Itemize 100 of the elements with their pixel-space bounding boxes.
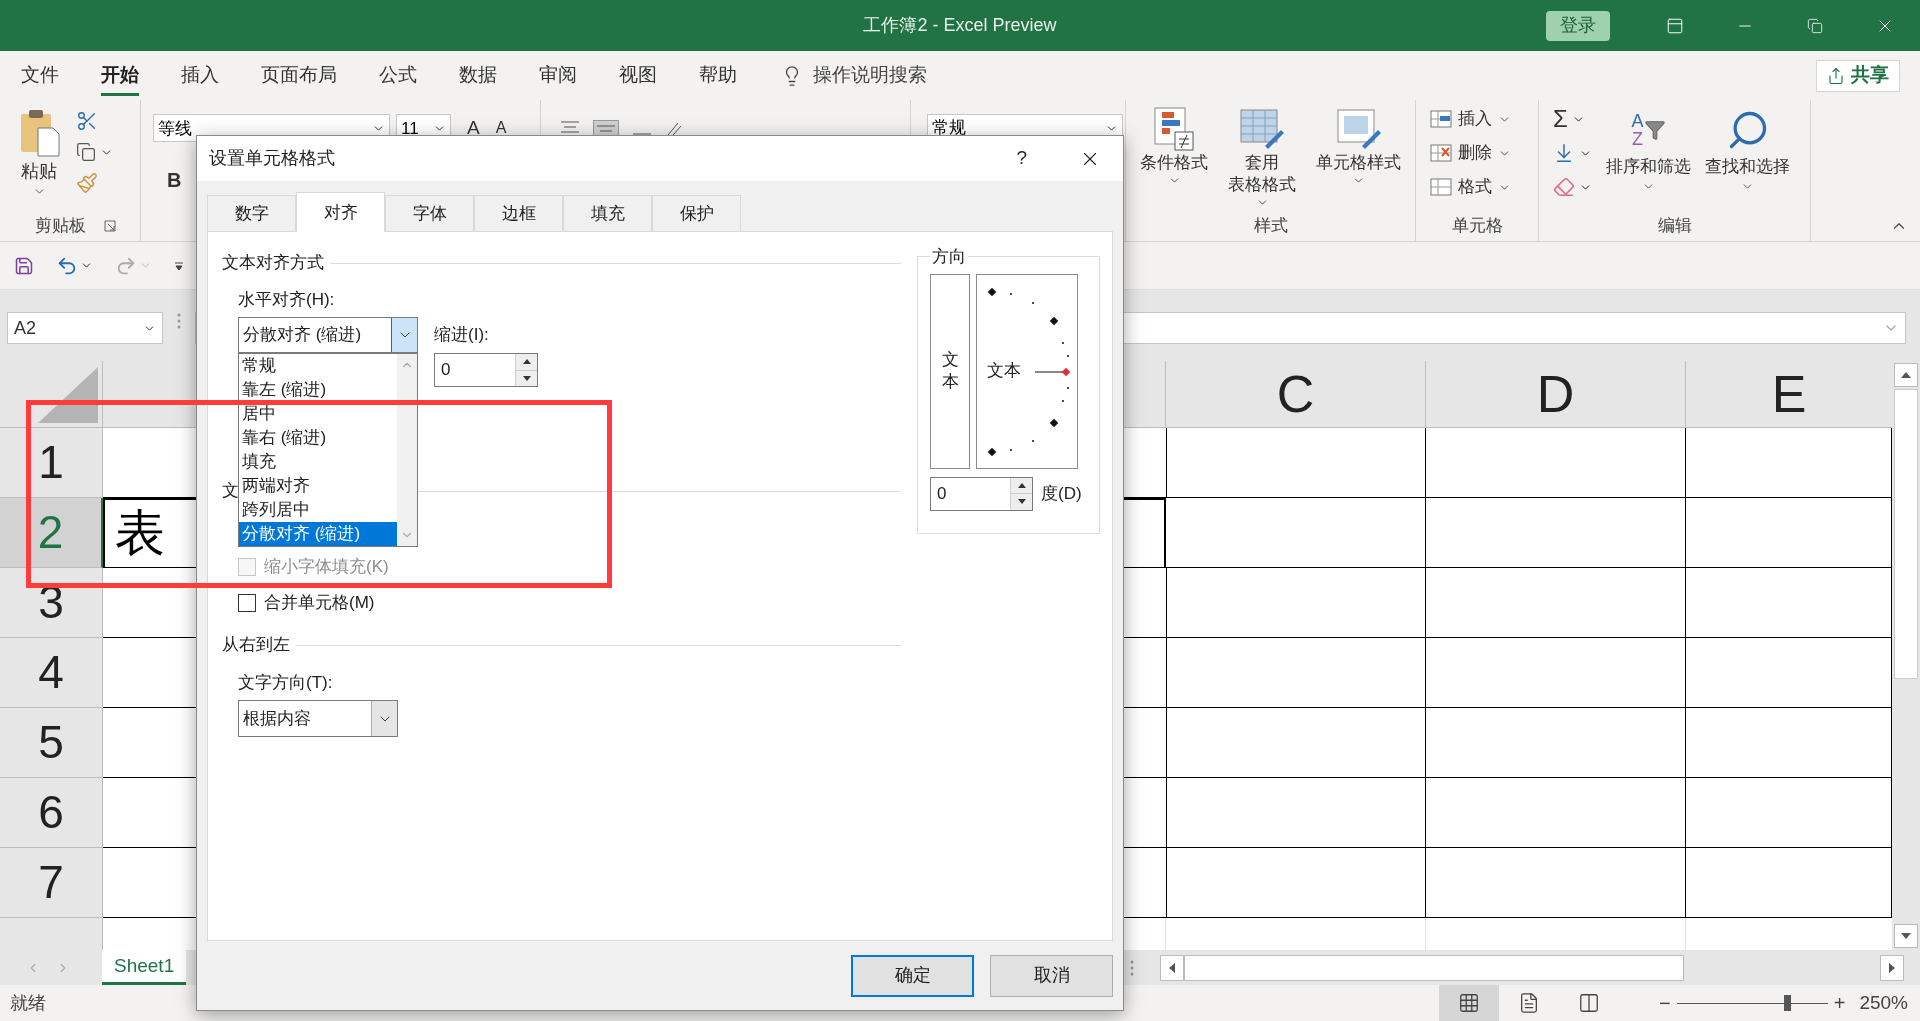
dialog-tab[interactable]: 保护: [652, 195, 741, 231]
zoom-slider[interactable]: [1676, 993, 1828, 1013]
field-label: 水平对齐(H):: [238, 289, 336, 309]
section-heading: 方向: [932, 247, 966, 266]
menu-tab[interactable]: 开始: [101, 55, 139, 96]
sort-z-icon: Z: [1631, 130, 1644, 148]
menu-tab[interactable]: 数据: [459, 55, 497, 96]
status-text: 就绪: [10, 991, 46, 1015]
spin-down-icon: [522, 375, 531, 381]
cell-text: 表: [115, 504, 165, 563]
row-header[interactable]: 4: [0, 638, 103, 708]
group-label: 剪贴板: [34, 215, 86, 238]
vertical-text: 文本: [941, 348, 959, 393]
zoom-level: 250%: [1859, 990, 1908, 1015]
spin-field[interactable]: 0: [930, 476, 1033, 511]
cells-menu-button[interactable]: 删除: [1430, 140, 1538, 166]
dialog-tab[interactable]: 对齐: [296, 192, 385, 232]
column-header[interactable]: C: [1166, 361, 1426, 428]
column-header[interactable]: D: [1426, 361, 1686, 428]
sign-in-button[interactable]: 登录: [1546, 10, 1610, 41]
copy-icon[interactable]: [76, 142, 96, 162]
page-layout-icon: [1518, 992, 1540, 1014]
menu-tab[interactable]: 页面布局: [261, 55, 337, 96]
save-icon[interactable]: [14, 255, 34, 276]
vertical-text-box[interactable]: 文本: [930, 273, 970, 469]
find-select-button[interactable]: 查找和选择: [1705, 106, 1790, 211]
table-format-icon: [1239, 106, 1285, 152]
dropdown-option[interactable]: 居中: [239, 402, 397, 426]
dropdown-option[interactable]: 分散对齐 (缩进): [239, 522, 397, 546]
sort-filter-button[interactable]: A Z 排序和筛选: [1606, 106, 1691, 211]
dialog-tab[interactable]: 填充: [563, 195, 652, 231]
filter-icon: [1643, 119, 1666, 141]
vertical-scrollbar[interactable]: [1892, 361, 1920, 950]
cells-menu-button[interactable]: 格式: [1430, 174, 1538, 200]
spin-up-icon: [522, 359, 531, 365]
dropdown-option[interactable]: 填充: [239, 450, 397, 474]
dial-text: 文本: [987, 360, 1021, 383]
paste-button[interactable]: 粘贴: [18, 108, 60, 211]
sheet-tab[interactable]: Sheet1: [102, 950, 187, 985]
field-label: 文字方向(T):: [238, 672, 334, 692]
zoom-in-button[interactable]: +: [1833, 988, 1846, 1018]
dialog-launcher-icon[interactable]: [103, 220, 116, 232]
horizontal-scrollbar[interactable]: [1160, 953, 1904, 982]
format-painter-icon[interactable]: [76, 172, 98, 194]
dropdown-option[interactable]: 两端对齐: [239, 474, 397, 498]
drag-handle-icon: [1130, 958, 1134, 977]
style-button[interactable]: 条件格式: [1140, 106, 1208, 187]
section-heading: 文: [222, 480, 239, 503]
row-header[interactable]: 5: [0, 708, 103, 778]
scroll-right-icon: [1889, 962, 1895, 973]
spin-up-icon: [1017, 482, 1026, 488]
checkbox-label: 缩小字体填充(K): [264, 556, 389, 579]
row-header[interactable]: 1: [0, 428, 103, 498]
conditional-format-icon: [1153, 106, 1195, 152]
dialog-button[interactable]: 取消: [990, 954, 1113, 997]
name-box[interactable]: A2: [7, 312, 163, 344]
dropdown-option[interactable]: 常规: [239, 354, 397, 378]
dialog-tab[interactable]: 字体: [385, 195, 474, 231]
cut-icon[interactable]: [76, 110, 98, 132]
share-button[interactable]: 共享: [1816, 59, 1900, 92]
paste-icon: [18, 108, 60, 158]
sort-a-icon: A: [1631, 112, 1644, 130]
eraser-icon[interactable]: [1553, 176, 1575, 198]
menu-tab[interactable]: 审阅: [539, 55, 577, 96]
menu-tab[interactable]: 插入: [181, 55, 219, 96]
spin-field[interactable]: 0: [434, 353, 538, 387]
group-label: 单元格: [1451, 215, 1503, 238]
column-header[interactable]: E: [1686, 361, 1892, 428]
section-heading: 文本对齐方式: [222, 252, 324, 275]
dialog-tab[interactable]: 数字: [207, 195, 296, 231]
checkbox[interactable]: [238, 594, 256, 612]
row-header[interactable]: 7: [0, 848, 103, 918]
autosum-icon[interactable]: Σ: [1553, 101, 1568, 137]
row-header[interactable]: 2: [0, 498, 103, 568]
menu-tab[interactable]: 帮助: [699, 55, 737, 96]
style-button[interactable]: 套用 表格格式: [1228, 106, 1296, 209]
cells-menu-button[interactable]: 插入: [1430, 106, 1538, 132]
select-all-corner[interactable]: [0, 361, 103, 428]
dialog-button[interactable]: 确定: [851, 954, 974, 997]
tell-me-search[interactable]: 操作说明搜索: [813, 61, 927, 90]
normal-view-icon: [1458, 992, 1480, 1014]
menu-tab[interactable]: 文件: [21, 55, 59, 96]
dropdown-option[interactable]: 跨列居中: [239, 498, 397, 522]
row-header[interactable]: 6: [0, 778, 103, 848]
zoom-out-button[interactable]: −: [1659, 988, 1671, 1018]
view-button[interactable]: [1439, 985, 1499, 1021]
orientation-dial[interactable]: 文本: [976, 273, 1078, 469]
dropdown-option[interactable]: 靠左 (缩进): [239, 378, 397, 402]
text-direction-dropdown[interactable]: 根据内容: [238, 700, 398, 737]
slider-thumb[interactable]: [1783, 995, 1791, 1011]
align-top-icon[interactable]: [559, 120, 581, 136]
customize-toolbar-icon[interactable]: [174, 260, 184, 271]
style-button[interactable]: 单元格样式: [1316, 106, 1401, 187]
dialog-tab[interactable]: 边框: [474, 195, 563, 231]
group-label: 编辑: [1657, 215, 1692, 238]
menu-tab[interactable]: 视图: [619, 55, 657, 96]
menu-tab[interactable]: 公式: [379, 55, 417, 96]
dropdown-option[interactable]: 靠右 (缩进): [239, 426, 397, 450]
help-button[interactable]: ?: [1016, 144, 1027, 173]
scroll-down-icon: [1901, 933, 1911, 939]
